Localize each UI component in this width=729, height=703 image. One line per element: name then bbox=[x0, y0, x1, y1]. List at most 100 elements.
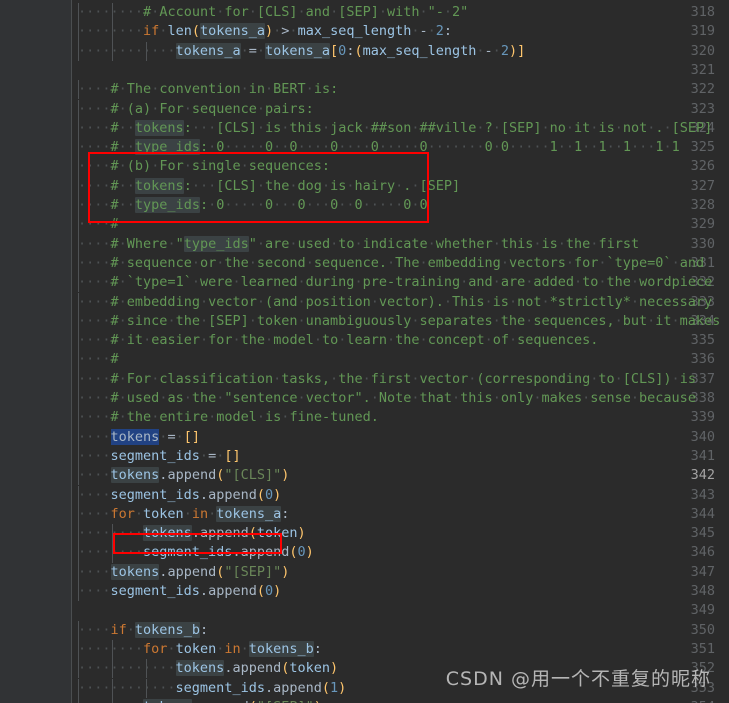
code-line[interactable]: ····if·tokens_b: bbox=[78, 621, 208, 640]
comment-text: unambiguously bbox=[305, 312, 412, 329]
code-line[interactable]: ········for·token·in·tokens_b: bbox=[78, 640, 322, 659]
whitespace: · bbox=[118, 100, 127, 117]
code-line[interactable]: ····#·embedding·vector·(and·position·vec… bbox=[78, 293, 712, 312]
comment-text: first bbox=[598, 235, 640, 252]
code-line[interactable]: ····#·it·easier·for·the·model·to·learn·t… bbox=[78, 331, 598, 350]
comment-text: the bbox=[191, 390, 217, 406]
code-line[interactable]: ········if·len(tokens_a)·>·max_seq_lengt… bbox=[78, 22, 452, 41]
whitespace: · bbox=[183, 100, 192, 117]
code-token: in bbox=[224, 640, 241, 657]
code-line[interactable]: ····# bbox=[78, 350, 119, 369]
whitespace: · bbox=[208, 139, 217, 156]
code-line[interactable]: ············segment_ids.append(1) bbox=[78, 679, 346, 698]
indent-whitespace: ···· bbox=[78, 274, 111, 291]
whitespace: · bbox=[199, 332, 209, 349]
code-line[interactable]: ····#··tokens:···[CLS]·the·dog·is·hairy·… bbox=[78, 177, 460, 196]
whitespace: ··· bbox=[191, 177, 217, 194]
code-content[interactable]: ········#·Account·for·[CLS]·and·[SEP]·wi… bbox=[0, 0, 729, 703]
code-line[interactable]: ········tokens.append(token) bbox=[78, 524, 306, 543]
comment-text: 0 bbox=[330, 139, 339, 156]
comment-text: " bbox=[248, 235, 257, 252]
comment-text: "sentence bbox=[224, 390, 298, 406]
code-token: ( bbox=[249, 699, 257, 703]
occurrence-highlight: tokens_a bbox=[175, 42, 241, 59]
comment-text: Where bbox=[126, 235, 168, 252]
comment-text: sequence bbox=[191, 100, 257, 117]
whitespace: · bbox=[671, 254, 680, 271]
whitespace: · bbox=[248, 312, 257, 329]
comment-text: first bbox=[370, 370, 412, 387]
code-line[interactable]: ············tokens_a·=·tokens_a[0:(max_s… bbox=[78, 42, 525, 61]
indent-whitespace: ········ bbox=[78, 640, 144, 657]
code-line[interactable]: ········segment_ids.append(0) bbox=[78, 543, 314, 562]
comment-text: the bbox=[565, 235, 591, 252]
code-token: = bbox=[248, 42, 257, 59]
code-line[interactable]: ····for·token·in·tokens_a: bbox=[78, 505, 289, 524]
comment-text: 0 bbox=[419, 139, 428, 156]
comment-text: [SEP] bbox=[338, 4, 379, 20]
comment-text: and bbox=[679, 254, 705, 271]
code-token: . bbox=[199, 583, 209, 599]
comment-text: . bbox=[655, 119, 664, 136]
comment-text: # bbox=[110, 370, 119, 387]
code-line[interactable]: ····tokens.append("[CLS]") bbox=[78, 466, 289, 485]
whitespace: ··· bbox=[273, 197, 298, 213]
code-token: 2 bbox=[435, 23, 444, 40]
code-token: token bbox=[256, 525, 298, 542]
indent-whitespace: ···· bbox=[78, 293, 111, 310]
comment-text: vector bbox=[208, 293, 257, 310]
comment-text: or bbox=[199, 254, 217, 271]
code-line[interactable]: ····#·since·the·[SEP]·token·unambiguousl… bbox=[78, 312, 720, 331]
code-line[interactable]: ····#·the·entire·model·is·fine-tuned. bbox=[78, 408, 379, 427]
whitespace: · bbox=[411, 197, 420, 213]
comment-text: this bbox=[500, 235, 534, 252]
comment-text: and bbox=[468, 274, 493, 291]
indent-whitespace: ···· bbox=[78, 467, 111, 484]
code-line[interactable]: ····#·used·as·the·"sentence·vector".·Not… bbox=[78, 389, 696, 408]
indent-whitespace: ···· bbox=[78, 351, 111, 368]
code-line[interactable]: ····#·Where·"type_ids"·are·used·to·indic… bbox=[78, 235, 639, 254]
whitespace: · bbox=[370, 293, 379, 310]
code-line[interactable]: ····#·The·convention·in·BERT·is: bbox=[78, 80, 338, 99]
whitespace: · bbox=[199, 312, 209, 329]
code-line[interactable]: ····segment_ids·=·[] bbox=[78, 447, 241, 466]
indent-whitespace: ···· bbox=[78, 428, 111, 445]
code-line[interactable]: ············tokens.append(token) bbox=[78, 659, 338, 678]
code-line[interactable]: ····# bbox=[78, 215, 119, 234]
whitespace: · bbox=[256, 409, 266, 426]
code-editor[interactable]: 318 319 320 321 322 323 324 325 326 327 328 329 330 3… bbox=[0, 0, 729, 703]
code-line[interactable]: ········#·Account·for·[CLS]·and·[SEP]·wi… bbox=[78, 3, 468, 22]
code-line[interactable]: ····#·For·classification·tasks,·the·firs… bbox=[78, 370, 696, 389]
code-line[interactable]: ····#·sequence·or·the·second·sequence.·T… bbox=[78, 254, 704, 273]
code-line[interactable]: ····segment_ids.append(0) bbox=[78, 582, 281, 601]
code-line[interactable]: ········tokens.append("[SEP]") bbox=[78, 698, 322, 703]
comment-text: is bbox=[492, 293, 509, 310]
code-token: · bbox=[476, 42, 485, 59]
code-token: · bbox=[183, 505, 192, 522]
indent-whitespace: ···· bbox=[78, 254, 111, 271]
comment-text: fine-tuned. bbox=[289, 409, 379, 426]
whitespace: · bbox=[297, 390, 306, 406]
code-line[interactable]: ····#·`type=1`·were·learned·during·pre-t… bbox=[78, 273, 712, 292]
comment-text: separates bbox=[419, 312, 493, 329]
code-token: ( bbox=[354, 42, 363, 59]
code-line[interactable]: ····tokens·=·[] bbox=[78, 428, 200, 447]
comment-text: Account bbox=[159, 4, 217, 20]
code-token: token bbox=[289, 660, 331, 677]
code-line[interactable]: ····#··tokens:···[CLS]·is·this·jack·##so… bbox=[78, 119, 712, 138]
code-line[interactable]: ····#·(a)·For·sequence·pairs: bbox=[78, 100, 314, 119]
comment-text: [SEP] bbox=[419, 177, 461, 194]
code-line[interactable]: ····#··type_ids:·0·····0··0····0····0···… bbox=[78, 138, 680, 157]
code-line[interactable]: ····#··type_ids:·0·····0···0···0··0·····… bbox=[78, 196, 428, 215]
comment-text: ##ville bbox=[419, 119, 477, 136]
code-token: append bbox=[232, 660, 282, 677]
code-line[interactable]: ····#·(b)·For·single·sequences: bbox=[78, 157, 330, 176]
comment-text: classification bbox=[159, 370, 274, 387]
code-line[interactable]: ····tokens.append("[SEP]") bbox=[78, 563, 289, 582]
whitespace: · bbox=[370, 390, 379, 406]
comment-text: The bbox=[395, 254, 420, 271]
comment-text: the bbox=[265, 177, 290, 194]
code-token: ( bbox=[256, 486, 265, 503]
comment-text: Note bbox=[378, 390, 412, 406]
code-line[interactable]: ····segment_ids.append(0) bbox=[78, 486, 281, 505]
